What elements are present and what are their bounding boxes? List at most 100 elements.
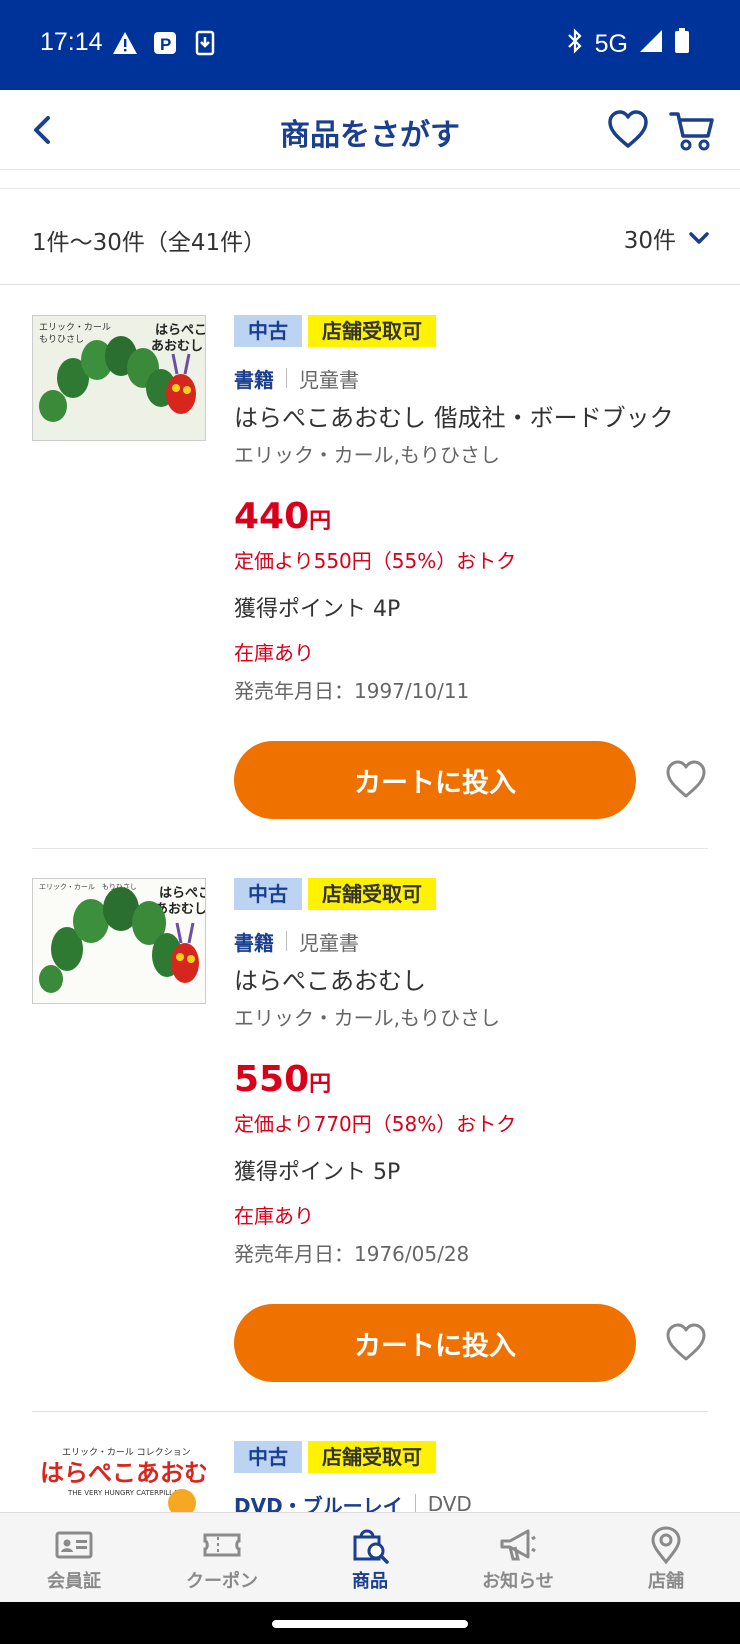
cart-icon[interactable] bbox=[668, 106, 716, 154]
subcategory-label: DVD bbox=[427, 1492, 472, 1512]
release-date: 発売年月日：1976/05/28 bbox=[234, 1242, 470, 1266]
category-separator bbox=[286, 931, 287, 951]
download-icon bbox=[192, 30, 218, 56]
shopping-bag-search-icon bbox=[353, 1529, 389, 1564]
product-item: エリック・カール もりひさし はらぺこ あおむし 中古 店舗受取可 書籍 児童書… bbox=[0, 878, 740, 1408]
category-row: 書籍 児童書 bbox=[234, 926, 720, 956]
price-unit: 円 bbox=[309, 1072, 332, 1097]
condition-badge: 中古 bbox=[234, 315, 302, 347]
svg-text:はらぺこあおむし: はらぺこあおむし bbox=[40, 1459, 206, 1487]
result-count: 1件〜30件（全41件） bbox=[32, 230, 267, 256]
per-page-select[interactable]: 30件 bbox=[624, 221, 710, 255]
svg-text:エリック・カール コレクション: エリック・カール コレクション bbox=[62, 1447, 191, 1458]
app-bar: 商品をさがす bbox=[0, 90, 740, 170]
condition-badge: 中古 bbox=[234, 878, 302, 910]
bluetooth-icon bbox=[565, 28, 585, 61]
subcategory-label: 児童書 bbox=[299, 930, 359, 955]
system-nav-bar bbox=[0, 1602, 740, 1644]
points-text: 獲得ポイント 4P bbox=[234, 597, 401, 622]
favorite-heart-icon[interactable] bbox=[664, 1321, 708, 1365]
discount-text: 定価より550円（55%）おトク bbox=[234, 549, 517, 573]
item-divider bbox=[32, 848, 708, 849]
tab-coupon[interactable]: クーポン bbox=[148, 1513, 296, 1602]
parking-icon: P bbox=[152, 30, 178, 56]
discount-text: 定価より770円（58%）おトク bbox=[234, 1112, 517, 1136]
svg-text:もりひさし: もりひさし bbox=[39, 334, 84, 345]
status-bar: 17:14 P 5G bbox=[0, 0, 740, 90]
signal-icon bbox=[638, 28, 664, 61]
chevron-down-icon bbox=[688, 225, 710, 251]
product-info: 中古 店舗受取可 書籍 児童書 はらぺこあおむし 偕成社・ボードブック エリック… bbox=[234, 315, 720, 706]
status-time: 17:14 bbox=[40, 28, 103, 56]
price-unit: 円 bbox=[309, 509, 332, 534]
status-right: 5G bbox=[565, 28, 690, 61]
tab-label: 会員証 bbox=[47, 1571, 101, 1592]
battery-icon bbox=[674, 28, 690, 61]
product-name[interactable]: はらぺこあおむし 偕成社・ボードブック bbox=[234, 401, 720, 435]
svg-text:エリック・カール: エリック・カール bbox=[39, 322, 111, 333]
warning-icon bbox=[112, 30, 138, 56]
tab-label: 店舗 bbox=[648, 1571, 684, 1592]
store-pickup-badge: 店舗受取可 bbox=[308, 1441, 436, 1473]
cover-title-line1: はらぺこ bbox=[155, 323, 206, 338]
condition-badge: 中古 bbox=[234, 1441, 302, 1473]
notification-icons: P bbox=[112, 30, 218, 56]
subcategory-label: 児童書 bbox=[299, 367, 359, 392]
product-thumbnail[interactable]: エリック・カール コレクション はらぺこあおむし THE VERY HUNGRY… bbox=[32, 1441, 206, 1512]
add-to-cart-button[interactable]: カートに投入 bbox=[234, 1304, 636, 1382]
megaphone-icon bbox=[500, 1529, 536, 1561]
product-name[interactable]: はらぺこあおむし bbox=[234, 964, 720, 998]
favorite-heart-icon[interactable] bbox=[664, 758, 708, 802]
bottom-tab-bar: 会員証 クーポン 商品 お知らせ 店舗 bbox=[0, 1512, 740, 1602]
category-label[interactable]: 書籍 bbox=[234, 927, 274, 956]
product-price: 550円 bbox=[234, 1058, 720, 1107]
category-row: 書籍 児童書 bbox=[234, 363, 720, 393]
category-row: DVD・ブルーレイ DVD bbox=[234, 1489, 720, 1512]
tab-products[interactable]: 商品 bbox=[296, 1513, 444, 1602]
product-info: 中古 店舗受取可 DVD・ブルーレイ DVD bbox=[234, 1441, 720, 1512]
product-item: エリック・カール もりひさし はらぺこ あおむし 中古 店舗受取可 書籍 児童書… bbox=[0, 315, 740, 845]
release-date: 発売年月日：1997/10/11 bbox=[234, 679, 470, 703]
product-author: エリック・カール,もりひさし bbox=[234, 1006, 500, 1030]
category-separator bbox=[414, 1494, 416, 1512]
tab-label: お知らせ bbox=[482, 1571, 554, 1592]
tab-notices[interactable]: お知らせ bbox=[444, 1513, 592, 1602]
location-pin-icon bbox=[651, 1526, 681, 1565]
network-label: 5G bbox=[594, 30, 628, 58]
add-to-cart-button[interactable]: カートに投入 bbox=[234, 741, 636, 819]
category-label[interactable]: 書籍 bbox=[234, 364, 274, 393]
tab-label: 商品 bbox=[352, 1571, 388, 1592]
category-label[interactable]: DVD・ブルーレイ bbox=[234, 1490, 403, 1513]
tab-stores[interactable]: 店舗 bbox=[592, 1513, 740, 1602]
svg-text:はらぺこ: はらぺこ bbox=[159, 886, 206, 901]
product-thumbnail[interactable]: エリック・カール もりひさし はらぺこ あおむし bbox=[32, 315, 206, 441]
svg-text:P: P bbox=[160, 35, 171, 54]
product-thumbnail[interactable]: エリック・カール もりひさし はらぺこ あおむし bbox=[32, 878, 206, 1004]
result-bar: 1件〜30件（全41件） 30件 bbox=[0, 189, 740, 285]
stock-status: 在庫あり bbox=[234, 1204, 314, 1228]
badges: 中古 店舗受取可 bbox=[234, 315, 720, 347]
badges: 中古 店舗受取可 bbox=[234, 878, 720, 910]
product-author: エリック・カール,もりひさし bbox=[234, 443, 500, 467]
item-divider bbox=[32, 1411, 708, 1412]
store-pickup-badge: 店舗受取可 bbox=[308, 878, 436, 910]
store-pickup-badge: 店舗受取可 bbox=[308, 315, 436, 347]
per-page-value: 30件 bbox=[623, 228, 676, 254]
coupon-icon bbox=[203, 1533, 241, 1557]
favorites-heart-icon[interactable] bbox=[606, 108, 650, 152]
points-text: 獲得ポイント 5P bbox=[234, 1160, 401, 1185]
tab-member-card[interactable]: 会員証 bbox=[0, 1513, 148, 1602]
member-card-icon bbox=[55, 1531, 93, 1559]
stock-status: 在庫あり bbox=[234, 641, 314, 665]
svg-text:THE VERY HUNGRY CATERPILLAR: THE VERY HUNGRY CATERPILLAR bbox=[67, 1489, 183, 1497]
product-info: 中古 店舗受取可 書籍 児童書 はらぺこあおむし エリック・カール,もりひさし … bbox=[234, 878, 720, 1269]
category-separator bbox=[286, 368, 287, 388]
product-price: 440円 bbox=[234, 495, 720, 544]
product-item: エリック・カール コレクション はらぺこあおむし THE VERY HUNGRY… bbox=[0, 1441, 740, 1512]
svg-text:あおむし: あおむし bbox=[151, 339, 203, 354]
price-value: 440 bbox=[234, 496, 310, 537]
badges: 中古 店舗受取可 bbox=[234, 1441, 720, 1473]
tab-label: クーポン bbox=[186, 1571, 258, 1592]
home-indicator[interactable] bbox=[272, 1620, 468, 1628]
price-value: 550 bbox=[234, 1059, 310, 1100]
